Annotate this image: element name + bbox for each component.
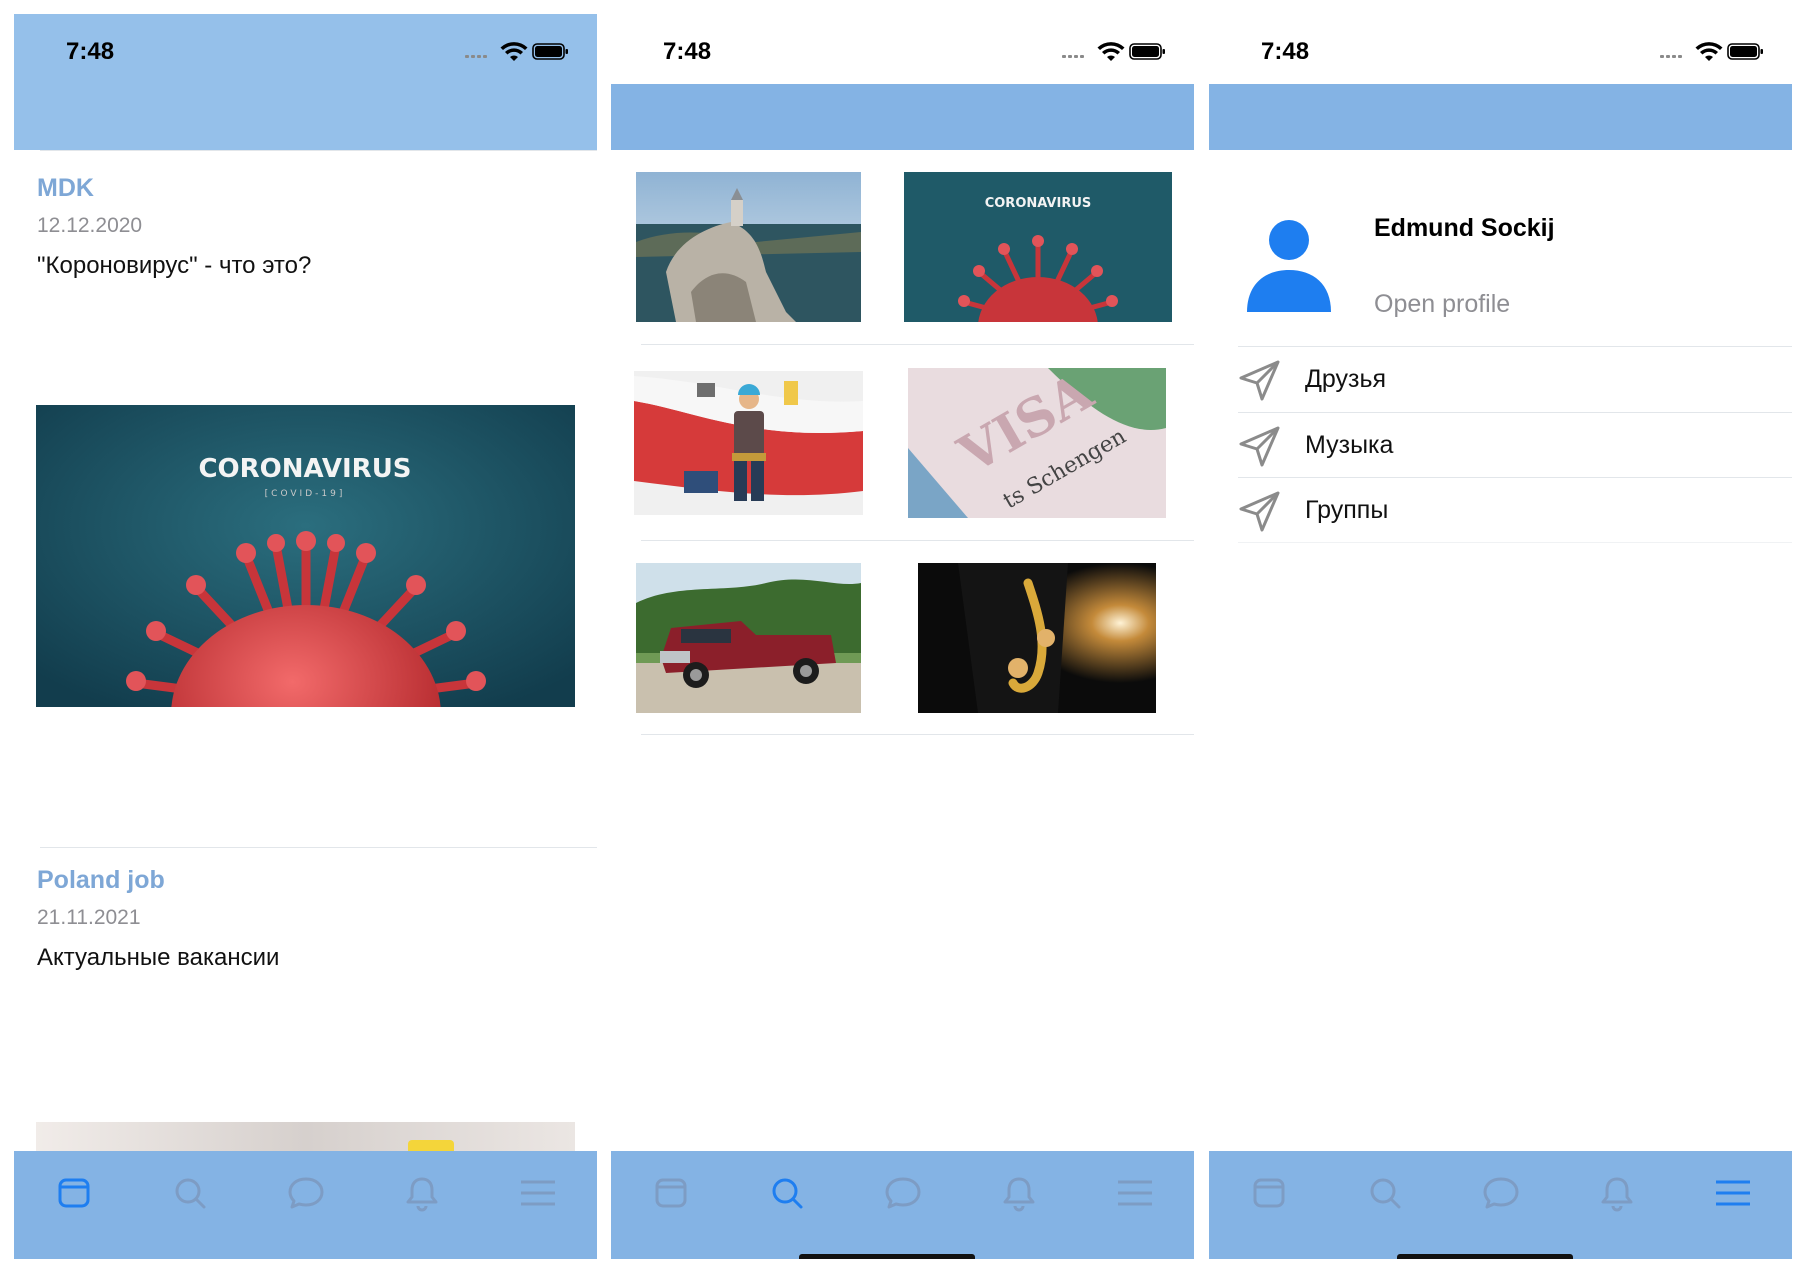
banner-headline: CORONAVIRUS	[198, 454, 411, 484]
nav-bar	[611, 84, 1194, 150]
feed-icon	[58, 1178, 90, 1208]
post-title: Poland job	[37, 866, 165, 894]
thumbnail-saxophone[interactable]	[918, 563, 1156, 713]
separator	[641, 344, 1194, 345]
separator	[40, 847, 597, 848]
feed-icon	[655, 1178, 687, 1208]
separator	[641, 734, 1194, 735]
nav-bar	[1209, 84, 1792, 150]
tab-bar	[14, 1151, 597, 1259]
search-icon	[1370, 1178, 1401, 1209]
search-icon	[772, 1178, 803, 1209]
tab-messages[interactable]	[284, 1171, 328, 1215]
status-time: 7:48	[66, 38, 115, 65]
home-indicator	[1397, 1254, 1573, 1259]
separator	[1238, 542, 1792, 543]
menu-icon	[1716, 1180, 1750, 1206]
status-time: 7:48	[663, 38, 712, 65]
chat-bubble-icon	[1483, 1177, 1519, 1209]
tab-notifications[interactable]	[1595, 1171, 1639, 1215]
menu-screen: 7:48 Edmund Sockij Open profile Друзья М…	[1209, 14, 1792, 1259]
menu-item-friends[interactable]: Друзья	[1238, 347, 1792, 411]
bell-icon	[1601, 1177, 1633, 1212]
feed-icon	[1253, 1178, 1285, 1208]
person-icon	[1247, 220, 1331, 312]
status-icons	[1660, 42, 1763, 61]
menu-item-groups[interactable]: Группы	[1238, 478, 1792, 542]
profile-name: Edmund Sockij	[1374, 214, 1555, 242]
tab-messages[interactable]	[881, 1171, 925, 1215]
separator	[40, 150, 597, 151]
menu-icon	[1118, 1180, 1152, 1206]
post-date: 21.11.2021	[37, 906, 141, 929]
tab-bar	[1209, 1151, 1792, 1259]
banner-subtitle: [COVID-19]	[265, 489, 346, 499]
menu-item-music[interactable]: Музыка	[1238, 413, 1792, 477]
menu-icon	[521, 1180, 555, 1206]
status-icons	[1062, 42, 1165, 61]
tab-menu[interactable]	[1711, 1171, 1755, 1215]
thumbnail-handyman[interactable]	[634, 371, 863, 515]
tab-notifications[interactable]	[997, 1171, 1041, 1215]
tab-search[interactable]	[1363, 1171, 1407, 1215]
post-text: Актуальные вакансии	[37, 944, 280, 971]
thumbnail-castle[interactable]	[636, 172, 861, 322]
separator	[641, 540, 1194, 541]
paper-plane-icon	[1239, 426, 1280, 467]
paper-plane-icon	[1239, 491, 1280, 532]
tab-menu[interactable]	[516, 1171, 560, 1215]
chat-bubble-icon	[885, 1177, 921, 1209]
tab-feed[interactable]	[1247, 1171, 1291, 1215]
tab-feed[interactable]	[649, 1171, 693, 1215]
menu-item-label: Друзья	[1305, 365, 1387, 393]
thumbnail-caption: CORONAVIRUS	[985, 196, 1092, 211]
home-indicator	[799, 1254, 975, 1259]
search-screen: 7:48 CORONAVIRUS VISA ts Schengen	[611, 14, 1194, 1259]
tab-feed[interactable]	[52, 1171, 96, 1215]
feed-screen: 7:48 MDK 12.12.2020 "Короновирус" - что …	[14, 14, 597, 1259]
bell-icon	[406, 1177, 438, 1212]
open-profile-link[interactable]: Open profile	[1374, 290, 1510, 319]
search-icon	[175, 1178, 206, 1209]
tab-search[interactable]	[765, 1171, 809, 1215]
tab-notifications[interactable]	[400, 1171, 444, 1215]
post-title: MDK	[37, 174, 94, 202]
paper-plane-icon	[1239, 360, 1280, 401]
thumbnail-coronavirus[interactable]: CORONAVIRUS	[904, 172, 1172, 322]
status-icons	[465, 42, 568, 61]
thumbnail-pickup-truck[interactable]	[636, 563, 861, 713]
tab-menu[interactable]	[1113, 1171, 1157, 1215]
tab-search[interactable]	[168, 1171, 212, 1215]
tab-messages[interactable]	[1479, 1171, 1523, 1215]
post-text: "Короновирус" - что это?	[37, 252, 312, 279]
menu-item-label: Музыка	[1305, 431, 1394, 459]
status-time: 7:48	[1261, 38, 1310, 65]
bell-icon	[1003, 1177, 1035, 1212]
status-bar: 7:48	[1209, 14, 1792, 84]
status-bar: 7:48	[14, 14, 597, 150]
status-bar: 7:48	[611, 14, 1194, 84]
coronavirus-image[interactable]: CORONAVIRUS [COVID-19]	[36, 405, 575, 707]
post-date: 12.12.2020	[37, 214, 143, 237]
tab-bar	[611, 1151, 1194, 1259]
chat-bubble-icon	[288, 1177, 324, 1209]
menu-item-label: Группы	[1305, 496, 1389, 524]
thumbnail-schengen-visa[interactable]: VISA ts Schengen	[908, 368, 1166, 518]
